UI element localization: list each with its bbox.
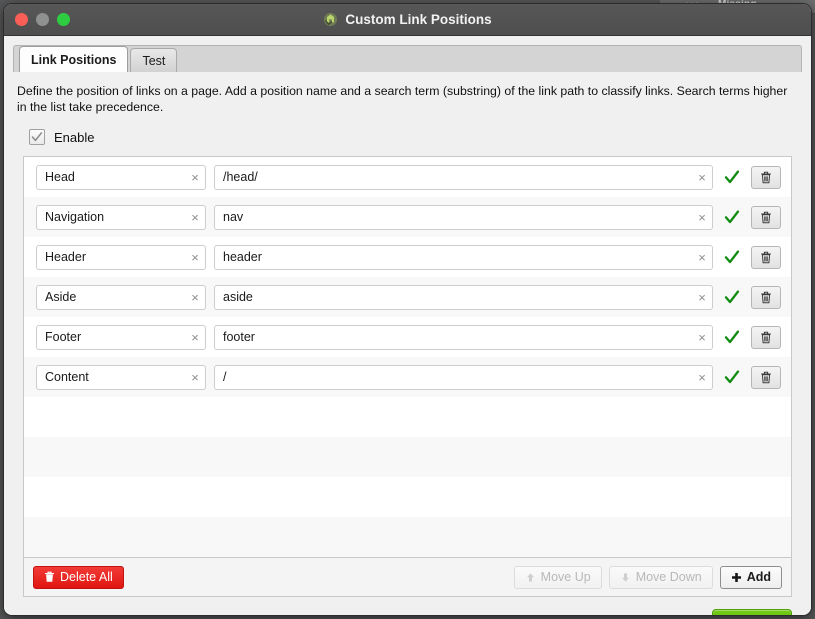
position-name-field[interactable]: Aside × xyxy=(36,284,206,310)
delete-row-button[interactable] xyxy=(751,285,781,309)
search-term-field[interactable]: aside × xyxy=(214,284,713,310)
trash-icon xyxy=(761,371,771,383)
table-row: Navigation × nav × xyxy=(24,197,791,237)
tab-strip: Link Positions Test xyxy=(13,45,802,72)
valid-check-icon xyxy=(721,289,743,305)
position-name-field[interactable]: Navigation × xyxy=(36,204,206,230)
ok-button[interactable]: OK xyxy=(712,608,792,615)
search-term-value[interactable]: aside xyxy=(215,290,692,304)
dialog-footer: OK xyxy=(4,597,811,615)
table-row-empty xyxy=(24,477,791,517)
delete-row-button[interactable] xyxy=(751,365,781,389)
table-row-empty xyxy=(24,517,791,557)
clear-name-icon[interactable]: × xyxy=(185,291,205,304)
search-term-value[interactable]: footer xyxy=(215,330,692,344)
link-positions-list: Head ×/head/× Navigation × nav × Header × header… xyxy=(23,156,792,557)
position-name-value[interactable]: Footer xyxy=(37,330,185,344)
description-text: Define the position of links on a page. … xyxy=(17,84,788,114)
delete-all-label: Delete All xyxy=(60,570,113,584)
table-row: Aside × aside × xyxy=(24,277,791,317)
plus-icon xyxy=(731,572,741,582)
add-button[interactable]: Add xyxy=(719,565,782,589)
search-term-field[interactable]: nav × xyxy=(214,204,713,230)
tab-test[interactable]: Test xyxy=(130,48,178,72)
tab-link-positions[interactable]: Link Positions xyxy=(19,46,129,72)
delete-all-button[interactable]: Delete All xyxy=(33,565,124,589)
clear-term-icon[interactable]: × xyxy=(692,251,712,264)
move-down-button[interactable]: Move Down xyxy=(608,565,713,589)
search-term-field[interactable]: header × xyxy=(214,244,713,270)
position-name-field[interactable]: Content × xyxy=(36,364,206,390)
minimize-button[interactable] xyxy=(36,13,49,26)
arrow-up-icon xyxy=(526,572,534,582)
table-row: Head ×/head/× xyxy=(24,157,791,197)
table-row-empty xyxy=(24,397,791,437)
clear-name-icon[interactable]: × xyxy=(185,371,205,384)
search-term-value[interactable]: / xyxy=(215,370,692,384)
position-name-field[interactable]: Head × xyxy=(36,164,206,190)
trash-icon xyxy=(761,291,771,303)
checkmark-icon xyxy=(31,132,43,142)
trash-icon xyxy=(761,251,771,263)
trash-icon xyxy=(761,211,771,223)
valid-check-icon xyxy=(721,369,743,385)
search-term-value[interactable]: header xyxy=(215,250,692,264)
valid-check-icon xyxy=(721,169,743,185)
enable-label: Enable xyxy=(54,129,95,145)
trash-icon xyxy=(45,571,54,582)
delete-row-button[interactable] xyxy=(751,205,781,229)
position-name-field[interactable]: Footer × xyxy=(36,324,206,350)
move-up-label: Move Up xyxy=(540,570,591,584)
valid-check-icon xyxy=(721,329,743,345)
position-name-value[interactable]: Navigation xyxy=(37,210,185,224)
clear-name-icon[interactable]: × xyxy=(185,211,205,224)
table-row: Content × / × xyxy=(24,357,791,397)
table-row-empty xyxy=(24,437,791,477)
dialog-body: Link Positions Test Define the position … xyxy=(4,36,811,597)
app-icon xyxy=(323,12,338,27)
table-row: Header × header × xyxy=(24,237,791,277)
delete-row-button[interactable] xyxy=(751,245,781,269)
search-term-field[interactable]: footer × xyxy=(214,324,713,350)
delete-row-button[interactable] xyxy=(751,165,781,189)
arrow-down-icon xyxy=(621,572,629,582)
search-term-value[interactable]: nav xyxy=(215,210,692,224)
move-up-button[interactable]: Move Up xyxy=(513,565,602,589)
valid-check-icon xyxy=(721,249,743,265)
clear-term-icon[interactable]: × xyxy=(692,371,712,384)
enable-checkbox[interactable] xyxy=(29,129,45,145)
title-bar-center: Custom Link Positions xyxy=(4,12,811,27)
window-title: Custom Link Positions xyxy=(345,12,492,27)
clear-term-icon[interactable]: × xyxy=(692,171,712,184)
move-down-label: Move Down xyxy=(635,570,702,584)
position-name-value[interactable]: Head xyxy=(37,170,185,184)
title-bar: Custom Link Positions xyxy=(4,4,811,36)
delete-row-button[interactable] xyxy=(751,325,781,349)
trash-icon xyxy=(761,331,771,343)
clear-name-icon[interactable]: × xyxy=(185,331,205,344)
add-label: Add xyxy=(746,570,771,584)
position-name-value[interactable]: Aside xyxy=(37,290,185,304)
enable-row: Enable xyxy=(29,129,802,145)
clear-term-icon[interactable]: × xyxy=(692,211,712,224)
clear-term-icon[interactable]: × xyxy=(692,291,712,304)
search-term-value[interactable]: /head/ xyxy=(215,170,692,184)
custom-link-positions-dialog: Custom Link Positions Link Positions Tes… xyxy=(3,3,812,616)
clear-name-icon[interactable]: × xyxy=(185,171,205,184)
list-button-bar: Delete All Move Up Move Down Add xyxy=(23,557,792,597)
search-term-field[interactable]: / × xyxy=(214,364,713,390)
table-row: Footer × footer × xyxy=(24,317,791,357)
position-name-value[interactable]: Content xyxy=(37,370,185,384)
trash-icon xyxy=(761,171,771,183)
clear-name-icon[interactable]: × xyxy=(185,251,205,264)
position-name-value[interactable]: Header xyxy=(37,250,185,264)
close-button[interactable] xyxy=(15,13,28,26)
valid-check-icon xyxy=(721,209,743,225)
clear-term-icon[interactable]: × xyxy=(692,331,712,344)
maximize-button[interactable] xyxy=(57,13,70,26)
position-name-field[interactable]: Header × xyxy=(36,244,206,270)
search-term-field[interactable]: /head/× xyxy=(214,164,713,190)
